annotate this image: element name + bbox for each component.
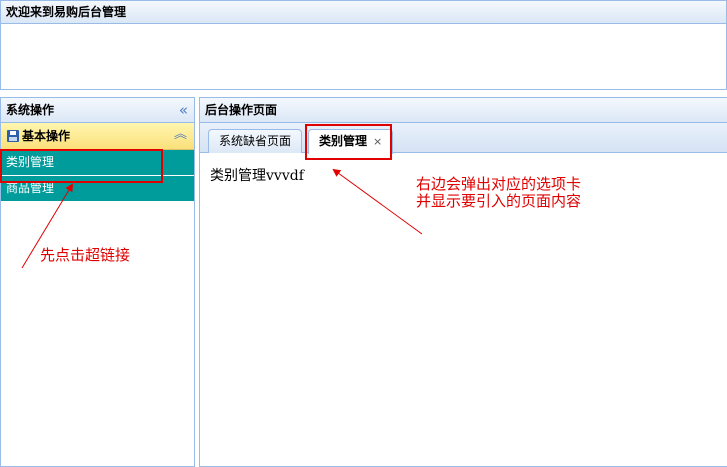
center-panel-title: 后台操作页面 — [205, 103, 278, 117]
tab-strip: 系统缺省页面 类别管理 × — [200, 123, 727, 154]
banner-title: 欢迎来到易购后台管理 — [6, 5, 127, 19]
annotation-right-line2: 并显示要引入的页面内容 — [416, 192, 582, 210]
tab-label: 系统缺省页面 — [219, 134, 292, 148]
save-icon — [7, 130, 19, 142]
center-panel: 后台操作页面 系统缺省页面 类别管理 × 类别管理vvvdf — [199, 97, 727, 467]
accordion-title: 基本操作 — [22, 129, 71, 143]
accordion-header-basic[interactable]: 基本操作 ︽ — [1, 123, 194, 150]
highlight-box-tab — [305, 124, 392, 160]
highlight-box-nav-item — [0, 149, 163, 183]
banner-header: 欢迎来到易购后台管理 — [1, 1, 726, 24]
nav-item-label: 商品管理 — [6, 181, 55, 195]
center-panel-header: 后台操作页面 — [200, 98, 727, 123]
double-chevron-up-icon[interactable]: ︽ — [174, 122, 187, 148]
top-banner-panel: 欢迎来到易购后台管理 — [0, 0, 727, 90]
double-chevron-left-icon[interactable]: « — [179, 98, 188, 122]
west-panel-title: 系统操作 — [6, 103, 55, 117]
tab-default-page[interactable]: 系统缺省页面 — [208, 129, 303, 153]
annotation-right-line1: 右边会弹出对应的选项卡 — [416, 175, 582, 193]
west-panel-header: 系统操作 « — [1, 98, 194, 123]
tab-content-text: 类别管理vvvdf — [210, 168, 304, 184]
annotation-left: 先点击超链接 — [40, 246, 131, 264]
